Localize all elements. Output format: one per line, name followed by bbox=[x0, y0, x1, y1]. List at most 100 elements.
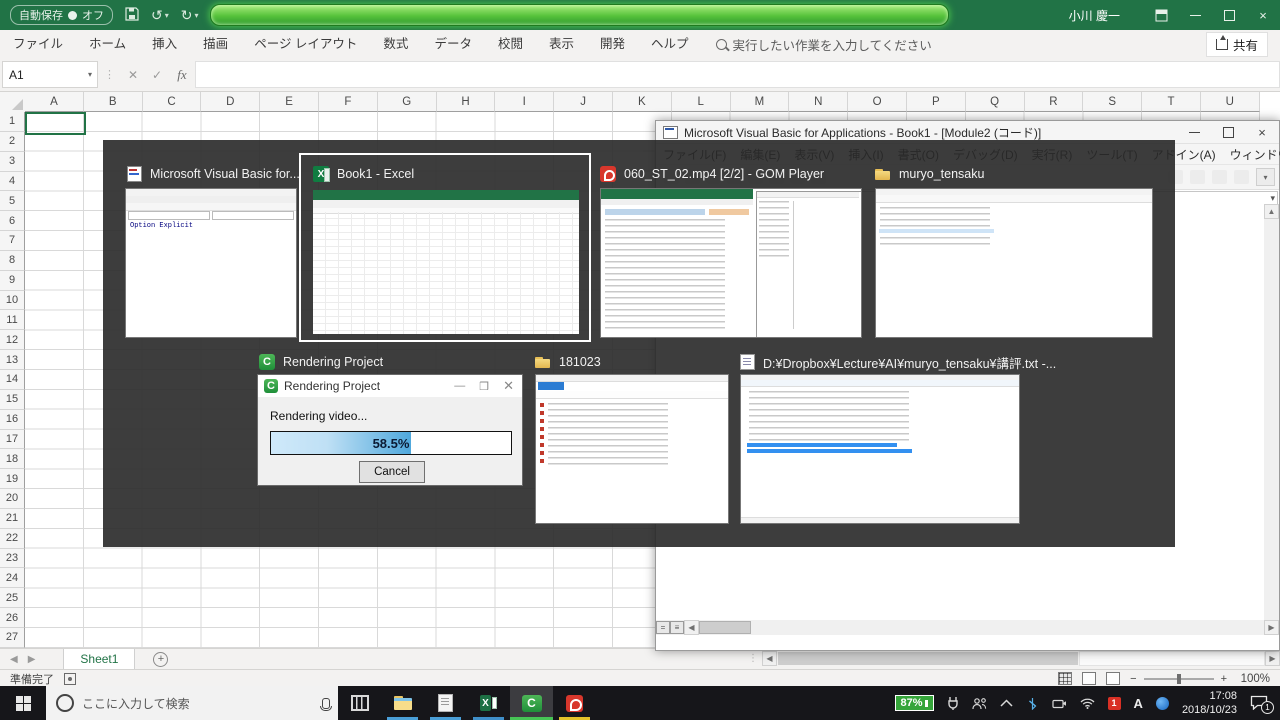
vba-menu-9[interactable]: ウィンドウ(W) bbox=[1223, 146, 1280, 163]
file-explorer-button[interactable] bbox=[381, 686, 424, 720]
battery-badge[interactable]: 87% bbox=[895, 695, 934, 711]
column-header-Q[interactable]: Q bbox=[966, 92, 1025, 112]
ribbon-tab-5[interactable]: 数式 bbox=[370, 30, 421, 58]
scroll-right-icon[interactable]: ▶ bbox=[1265, 651, 1280, 666]
ribbon-tab-8[interactable]: 表示 bbox=[536, 30, 587, 58]
column-header-P[interactable]: P bbox=[907, 92, 966, 112]
add-sheet-button[interactable]: + bbox=[153, 652, 168, 667]
vba-horizontal-scrollbar[interactable]: = ≡ ◀ ▶ bbox=[656, 620, 1279, 635]
people-icon[interactable] bbox=[972, 697, 987, 710]
vba-toolbar-icon[interactable] bbox=[1190, 170, 1205, 184]
vba-scroll-up-icon[interactable]: ▲ bbox=[1264, 204, 1279, 219]
redo-caret-icon[interactable]: ▾ bbox=[194, 11, 198, 20]
column-header-N[interactable]: N bbox=[789, 92, 848, 112]
scroll-left-icon[interactable]: ◀ bbox=[762, 651, 777, 666]
page-break-view-icon[interactable] bbox=[1106, 672, 1120, 685]
vba-split-box[interactable]: = bbox=[656, 621, 670, 634]
account-name[interactable]: 小川 慶一 bbox=[1069, 7, 1120, 24]
switcher-item-gom[interactable]: 060_ST_02.mp4 [2/2] - GOM Player bbox=[600, 164, 824, 184]
microphone-icon[interactable] bbox=[322, 698, 330, 709]
column-header-T[interactable]: T bbox=[1142, 92, 1201, 112]
thumbnail-excel-preview[interactable] bbox=[313, 190, 579, 334]
formula-input[interactable] bbox=[195, 61, 1280, 88]
hscroll-track[interactable] bbox=[1079, 651, 1265, 666]
ribbon-tab-6[interactable]: データ bbox=[421, 30, 485, 58]
column-header-E[interactable]: E bbox=[260, 92, 319, 112]
vba-close-button[interactable]: × bbox=[1245, 121, 1279, 143]
switcher-item-excel[interactable]: X Book1 - Excel bbox=[313, 164, 414, 184]
sheet-tab-sheet1[interactable]: Sheet1 bbox=[63, 649, 135, 671]
column-header-B[interactable]: B bbox=[84, 92, 143, 112]
switcher-item-muryo-tensaku[interactable]: muryo_tensaku bbox=[875, 164, 984, 184]
switcher-item-181023[interactable]: 181023 bbox=[535, 352, 601, 372]
vba-scroll-left-icon[interactable]: ◀ bbox=[684, 620, 699, 635]
enter-entry-icon[interactable]: ✓ bbox=[145, 68, 169, 82]
row-header-24[interactable]: 24 bbox=[0, 568, 25, 588]
redo-icon[interactable]: ↻ bbox=[181, 7, 193, 24]
hscroll-thumb[interactable] bbox=[778, 652, 1078, 665]
row-header-27[interactable]: 27 bbox=[0, 628, 25, 648]
power-plug-icon[interactable] bbox=[947, 696, 959, 710]
thumbnail-vba-preview[interactable]: Option Explicit bbox=[125, 188, 297, 338]
zoom-out-icon[interactable]: − bbox=[1130, 673, 1136, 685]
ribbon-tab-0[interactable]: ファイル bbox=[0, 30, 76, 58]
tell-me-search[interactable]: 実行したい作業を入力してください bbox=[716, 35, 932, 54]
ribbon-tab-4[interactable]: ページ レイアウト bbox=[241, 30, 370, 58]
ribbon-tab-1[interactable]: ホーム bbox=[76, 30, 139, 58]
macro-record-icon[interactable] bbox=[64, 673, 76, 685]
taskbar-search-input[interactable]: ここに入力して検索 bbox=[46, 686, 338, 720]
dialog-close-icon[interactable]: ✕ bbox=[503, 378, 514, 394]
row-header-26[interactable]: 26 bbox=[0, 608, 25, 628]
column-header-H[interactable]: H bbox=[437, 92, 496, 112]
switcher-item-vba[interactable]: Microsoft Visual Basic for... bbox=[127, 164, 300, 184]
document-app-button[interactable] bbox=[424, 686, 467, 720]
switcher-item-rendering[interactable]: C Rendering Project bbox=[259, 352, 383, 372]
tray-expand-chevron-icon[interactable] bbox=[1000, 699, 1013, 707]
sheet-next-icon[interactable]: ▶ bbox=[28, 654, 36, 665]
tab-split-handle[interactable]: ⋮ bbox=[748, 653, 758, 664]
vba-toolbar-icon[interactable] bbox=[1234, 170, 1249, 184]
column-header-R[interactable]: R bbox=[1025, 92, 1084, 112]
horizontal-scrollbar[interactable]: ⋮ ◀ ▶ bbox=[748, 650, 1280, 667]
zoom-percentage[interactable]: 100% bbox=[1234, 673, 1270, 685]
bluetooth-tray-icon[interactable] bbox=[1026, 697, 1039, 710]
zoom-track[interactable] bbox=[1144, 678, 1214, 680]
row-header-2[interactable]: 2 bbox=[0, 132, 25, 152]
vba-toolbar-icon[interactable] bbox=[1212, 170, 1227, 184]
row-header-8[interactable]: 8 bbox=[0, 251, 25, 271]
row-header-21[interactable]: 21 bbox=[0, 509, 25, 529]
maximize-button[interactable] bbox=[1212, 0, 1246, 30]
minimize-button[interactable] bbox=[1178, 0, 1212, 30]
start-button[interactable] bbox=[0, 686, 46, 720]
row-header-9[interactable]: 9 bbox=[0, 271, 25, 291]
row-header-13[interactable]: 13 bbox=[0, 350, 25, 370]
row-header-17[interactable]: 17 bbox=[0, 430, 25, 450]
save-icon[interactable] bbox=[125, 7, 139, 24]
column-header-F[interactable]: F bbox=[319, 92, 378, 112]
vba-maximize-button[interactable] bbox=[1211, 121, 1245, 143]
wifi-icon[interactable] bbox=[1080, 698, 1095, 709]
thumbnail-gom-preview[interactable] bbox=[600, 188, 862, 338]
row-header-25[interactable]: 25 bbox=[0, 588, 25, 608]
switcher-item-kouhyou-txt[interactable]: D:¥Dropbox¥Lecture¥AI¥muryo_tensaku¥講評.t… bbox=[740, 352, 1056, 372]
row-header-12[interactable]: 12 bbox=[0, 330, 25, 350]
row-header-16[interactable]: 16 bbox=[0, 410, 25, 430]
column-header-G[interactable]: G bbox=[378, 92, 437, 112]
row-header-22[interactable]: 22 bbox=[0, 529, 25, 549]
row-header-4[interactable]: 4 bbox=[0, 172, 25, 192]
vba-minimize-button[interactable] bbox=[1177, 121, 1211, 143]
ime-indicator[interactable]: A bbox=[1134, 696, 1143, 711]
vba-scroll-right-icon[interactable]: ▶ bbox=[1264, 620, 1279, 635]
row-header-5[interactable]: 5 bbox=[0, 191, 25, 211]
ribbon-tab-2[interactable]: 挿入 bbox=[139, 30, 190, 58]
gom-player-button[interactable] bbox=[553, 686, 596, 720]
insert-function-icon[interactable]: fx bbox=[169, 67, 195, 83]
column-header-D[interactable]: D bbox=[201, 92, 260, 112]
dialog-maximize-icon[interactable]: ❒ bbox=[479, 380, 489, 393]
column-header-C[interactable]: C bbox=[143, 92, 202, 112]
row-header-14[interactable]: 14 bbox=[0, 370, 25, 390]
vba-procedure-view-icon[interactable]: ≡ bbox=[670, 621, 684, 634]
row-header-15[interactable]: 15 bbox=[0, 390, 25, 410]
row-header-10[interactable]: 10 bbox=[0, 291, 25, 311]
rendering-dialog-titlebar[interactable]: C Rendering Project — ❒ ✕ bbox=[258, 375, 522, 397]
